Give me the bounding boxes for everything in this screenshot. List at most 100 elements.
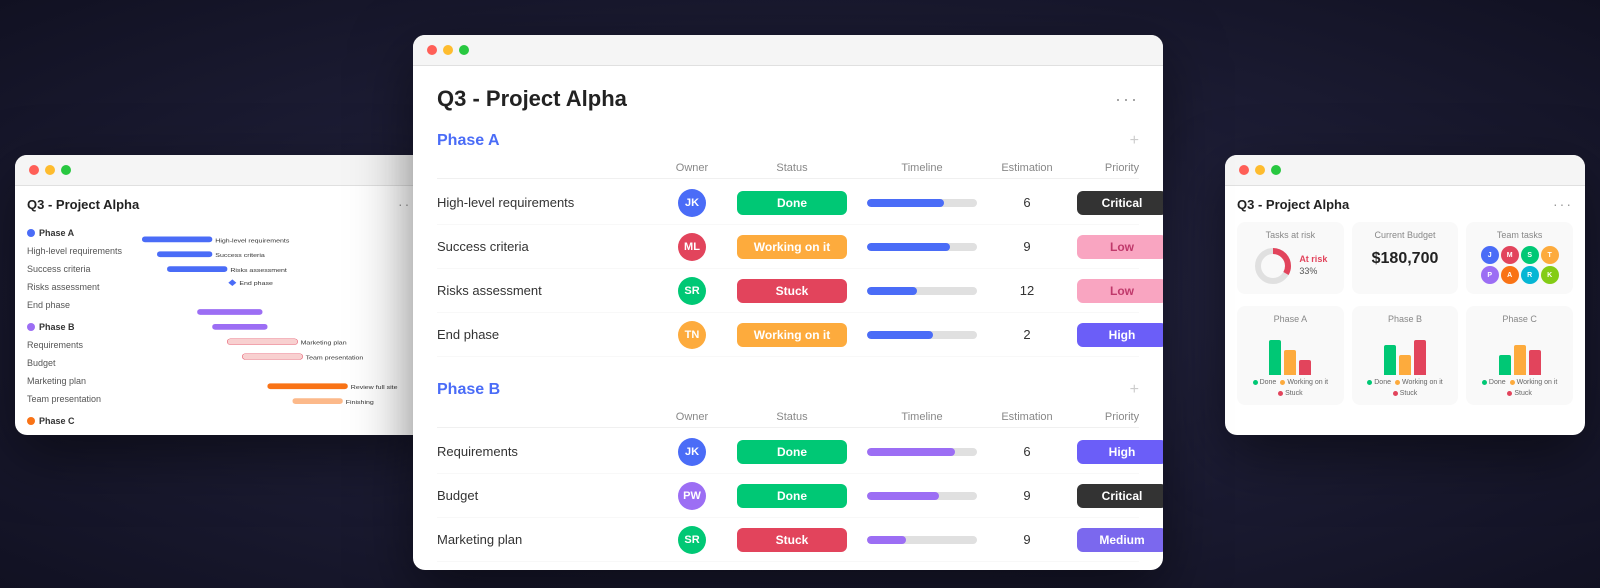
- gantt-label: Review full site: [27, 430, 137, 434]
- priority-badge[interactable]: Low: [1077, 235, 1163, 259]
- svg-text:Marketing plan: Marketing plan: [301, 340, 347, 346]
- status-badge[interactable]: Working on it: [737, 323, 847, 347]
- col-status: Status: [727, 162, 857, 174]
- avatar: ML: [678, 233, 706, 261]
- estimation-value: 12: [987, 283, 1067, 298]
- avatar: JK: [678, 189, 706, 217]
- phase-a-legend: Done Working on it Stuck: [1245, 379, 1336, 397]
- task-name: Budget: [437, 488, 657, 503]
- gantt-title-bar: [15, 155, 430, 186]
- legend-done: Done: [1367, 379, 1391, 386]
- table-row: End phase TN Working on it 2 High +: [437, 313, 1139, 357]
- priority-badge[interactable]: Low: [1077, 279, 1163, 303]
- legend-stuck: Stuck: [1278, 390, 1303, 397]
- minimize-dot[interactable]: [443, 45, 453, 55]
- table-row: Success criteria ML Working on it 9 Low …: [437, 225, 1139, 269]
- phase-a-chart-card: Phase A Done Working on it Stuck: [1237, 306, 1344, 405]
- col-estimation: Estimation: [987, 162, 1067, 174]
- close-dot[interactable]: [29, 165, 39, 175]
- phase-a-title: Phase A: [437, 132, 500, 150]
- phase-c-chart-title: Phase C: [1474, 314, 1565, 324]
- estimation-value: 2: [987, 327, 1067, 342]
- gantt-label: High-level requirements: [27, 242, 137, 260]
- phase-b-chart-title: Phase B: [1360, 314, 1451, 324]
- maximize-dot[interactable]: [61, 165, 71, 175]
- phase-a-section: Phase A + Owner Status Timeline Estimati…: [437, 132, 1139, 357]
- status-badge[interactable]: Done: [737, 484, 847, 508]
- maximize-dot[interactable]: [1271, 165, 1281, 175]
- status-badge[interactable]: Working on it: [737, 235, 847, 259]
- table-row: Marketing plan SR Stuck 9 Medium +: [437, 518, 1139, 562]
- gantt-label: Team presentation: [27, 390, 137, 408]
- phase-b-table-header: Owner Status Timeline Estimation Priorit…: [437, 407, 1139, 428]
- gantt-label: Requirements: [27, 336, 137, 354]
- gantt-phase-c-label: Phase C: [27, 412, 137, 430]
- legend-stuck: Stuck: [1507, 390, 1532, 397]
- tasks-at-risk-card: Tasks at risk At risk 33%: [1237, 222, 1344, 294]
- close-dot[interactable]: [1239, 165, 1249, 175]
- main-title-bar: [413, 35, 1163, 66]
- task-name: Success criteria: [437, 239, 657, 254]
- dashboard-content: Q3 - Project Alpha ··· Tasks at risk At …: [1225, 186, 1585, 434]
- phase-a-table-header: Owner Status Timeline Estimation Priorit…: [437, 158, 1139, 179]
- estimation-value: 6: [987, 444, 1067, 459]
- gantt-chart-container: Phase A High-level requirements Success …: [27, 220, 418, 418]
- donut-chart: [1253, 246, 1293, 286]
- bar-done: [1384, 345, 1396, 375]
- status-badge[interactable]: Done: [737, 191, 847, 215]
- priority-badge[interactable]: High: [1077, 323, 1163, 347]
- team-avatars: J M S T P A R K: [1474, 246, 1565, 284]
- close-dot[interactable]: [427, 45, 437, 55]
- table-row: Risks assessment SR Stuck 12 Low +: [437, 269, 1139, 313]
- table-row: Requirements JK Done 6 High +: [437, 430, 1139, 474]
- legend-done: Done: [1253, 379, 1277, 386]
- gantt-labels: Phase A High-level requirements Success …: [27, 220, 137, 418]
- priority-badge[interactable]: Critical: [1077, 484, 1163, 508]
- mini-avatar: P: [1481, 266, 1499, 284]
- legend-working: Working on it: [1395, 379, 1443, 386]
- phase-a-chart-title: Phase A: [1245, 314, 1336, 324]
- minimize-dot[interactable]: [1255, 165, 1265, 175]
- timeline-bar: [857, 243, 987, 251]
- dashboard-more-button[interactable]: ···: [1553, 196, 1573, 212]
- bar-stuck: [1414, 340, 1426, 375]
- svg-text:Team presentation: Team presentation: [306, 355, 364, 361]
- maximize-dot[interactable]: [459, 45, 469, 55]
- status-badge[interactable]: Done: [737, 440, 847, 464]
- timeline-bar: [857, 492, 987, 500]
- legend-working: Working on it: [1510, 379, 1558, 386]
- budget-title: Current Budget: [1360, 230, 1451, 240]
- tasks-at-risk-title: Tasks at risk: [1245, 230, 1336, 240]
- gantt-window-title: Q3 - Project Alpha: [27, 197, 139, 212]
- svg-text:Review full site: Review full site: [351, 385, 398, 391]
- phase-b-add-button[interactable]: +: [1130, 381, 1139, 399]
- col-task: [437, 411, 657, 423]
- gantt-phase-a-label: Phase A: [27, 224, 137, 242]
- status-badge[interactable]: Stuck: [737, 528, 847, 552]
- status-badge[interactable]: Stuck: [737, 279, 847, 303]
- priority-badge[interactable]: Medium: [1077, 528, 1163, 552]
- more-options-button[interactable]: ···: [1115, 89, 1139, 110]
- phase-c-bar-chart: [1474, 330, 1565, 375]
- team-tasks-title: Team tasks: [1474, 230, 1565, 240]
- minimize-dot[interactable]: [45, 165, 55, 175]
- priority-badge[interactable]: Critical: [1077, 191, 1163, 215]
- gantt-label: End phase: [27, 296, 137, 314]
- phase-a-add-button[interactable]: +: [1130, 132, 1139, 150]
- legend-working: Working on it: [1280, 379, 1328, 386]
- estimation-value: 9: [987, 239, 1067, 254]
- bar-done: [1269, 340, 1281, 375]
- priority-badge[interactable]: High: [1077, 440, 1163, 464]
- budget-value: $180,700: [1360, 250, 1451, 268]
- phase-b-bar-chart: [1360, 330, 1451, 375]
- mini-avatar: T: [1541, 246, 1559, 264]
- gantt-label: Success criteria: [27, 260, 137, 278]
- bar-done: [1499, 355, 1511, 375]
- gantt-svg: High-level requirements Success criteria…: [137, 220, 418, 418]
- svg-text:Risks assessment: Risks assessment: [230, 267, 287, 273]
- gantt-label: Marketing plan: [27, 372, 137, 390]
- dashboard-title-row: Q3 - Project Alpha ···: [1237, 196, 1573, 212]
- bar-stuck: [1299, 360, 1311, 375]
- mini-avatar: S: [1521, 246, 1539, 264]
- bar-stuck: [1529, 350, 1541, 375]
